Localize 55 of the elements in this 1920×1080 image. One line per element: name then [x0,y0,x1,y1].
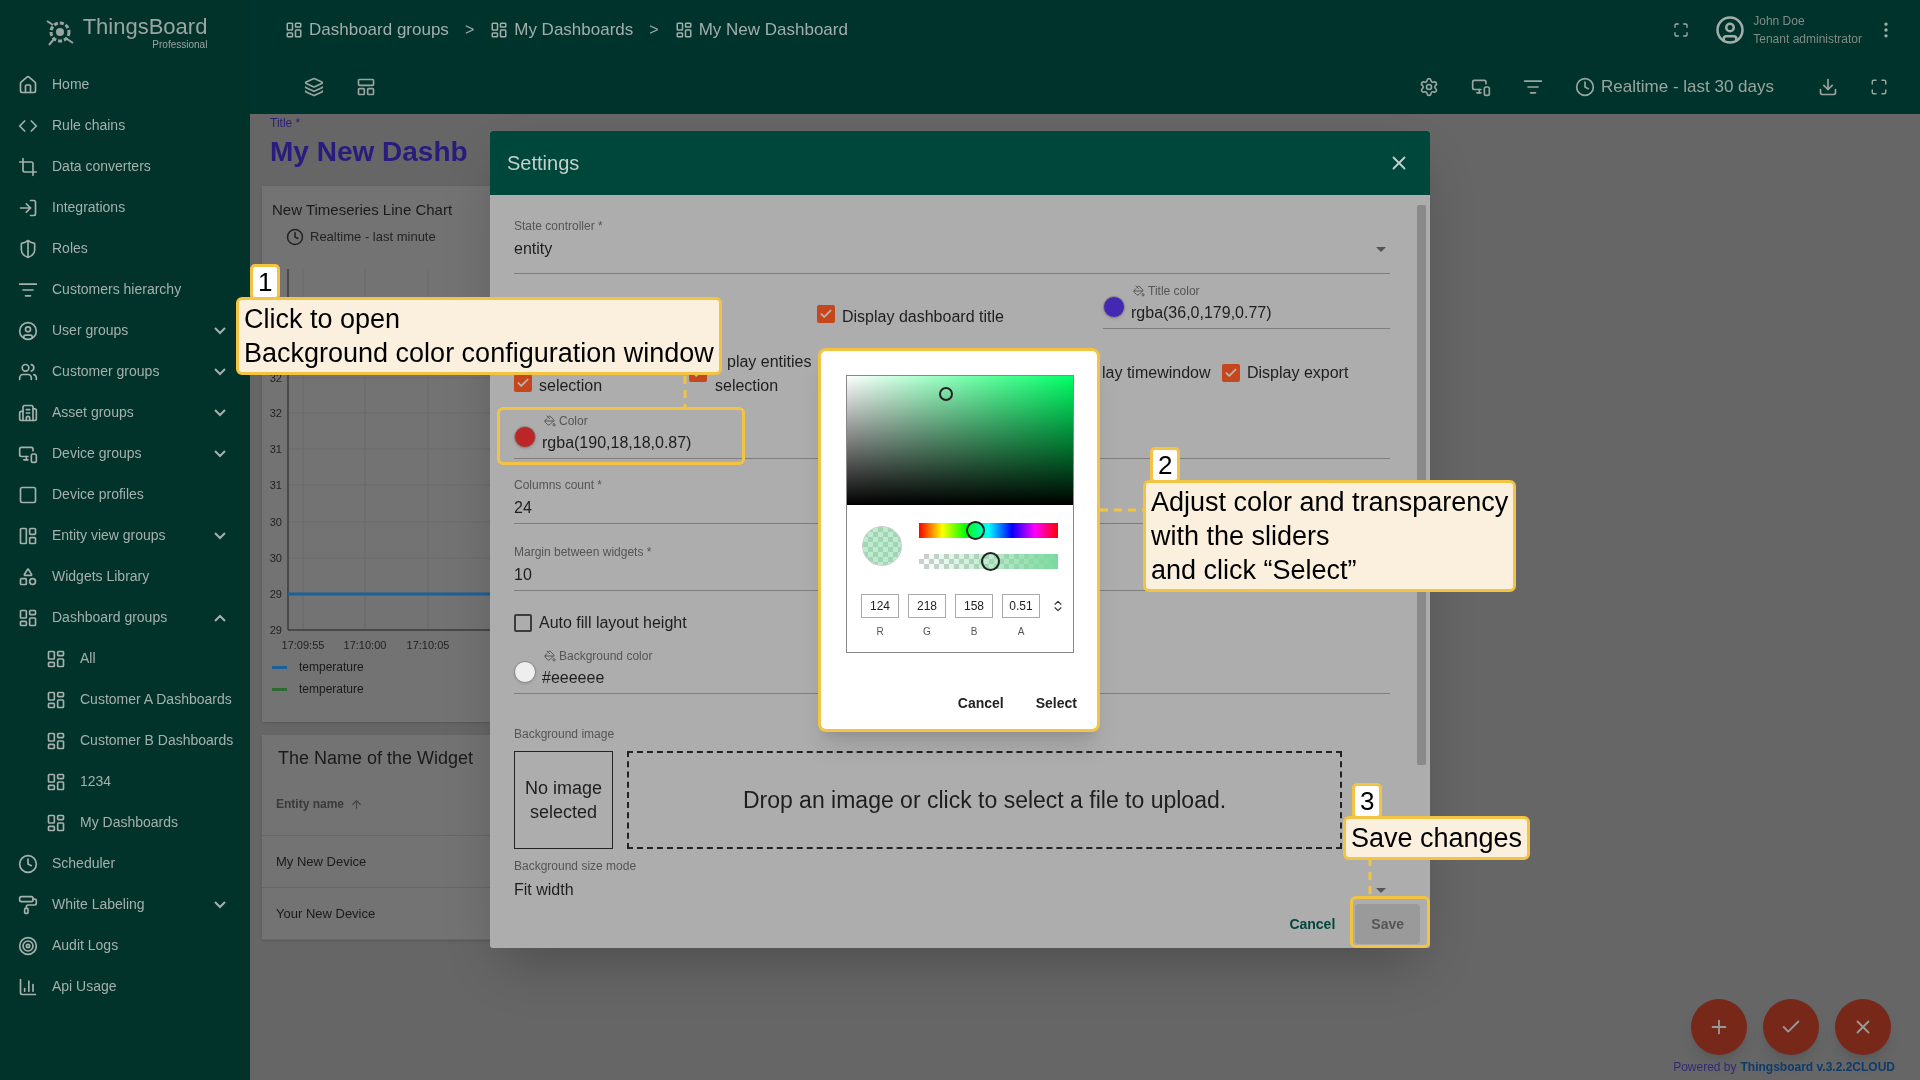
field-label: State controller * [514,219,603,233]
callout-text: Background color configuration window [244,337,714,370]
channel-label: A [1016,626,1026,638]
channel-label: G [922,626,932,638]
widget-title: The Name of the Widget [278,747,474,769]
axis-label: 31 [269,479,282,491]
checkbox-label: play entities [726,352,812,372]
step-number-tooltip: 1 [250,264,281,300]
channel-label: B [969,626,979,638]
field-label: Columns count * [514,478,603,492]
preview-text: No image selected [523,777,603,824]
field-label: Background color [559,649,653,663]
field-label: Color [559,414,588,428]
legend-label: temperature [299,659,364,676]
legend-label: temperature [299,681,364,698]
widget-title: New Timeseries Line Chart [272,200,453,220]
callout-text: Save changes [1351,822,1523,855]
field-label: Background size mode [514,859,637,873]
callout-text: Adjust color and transparency [1151,486,1509,519]
axis-label: 31 [269,443,282,455]
checkbox-label: Auto fill layout height [539,613,687,633]
axis-label: 30 [269,516,282,528]
axis-label: 17:09:55 [281,639,325,651]
section-label: Background image [514,727,615,741]
dialog-title: Settings [507,151,581,176]
title-label: Title * [270,116,302,130]
checkbox-label: Display export [1247,363,1349,383]
axis-label: 17:10:05 [406,639,450,651]
breadcrumb-separator: > [649,20,659,40]
field-label: Title color [1148,284,1200,298]
axis-label: 32 [269,407,282,419]
breadcrumb-separator: > [464,20,475,40]
checkbox-label: selection [539,376,603,396]
checkbox-label: lay timewindow [1102,364,1211,381]
step-number-tooltip: 2 [1150,447,1181,483]
axis-label: 17:10:00 [343,639,387,651]
callout-text: Click to open [244,303,402,336]
channel-label: R [875,626,885,638]
axis-label: 30 [269,552,282,564]
powered-by-text: Powered by [1673,1059,1737,1076]
axis-label: 29 [269,588,282,600]
checkbox-label: selection [715,376,780,396]
callout-text: with the sliders [1151,520,1331,553]
field-label: Margin between widgets * [514,545,652,559]
callout-text: and click “Select” [1151,554,1358,587]
timewindow-label: Realtime - last minute [310,228,436,246]
user-name: John Doe [1753,13,1806,30]
user-role: Tenant administrator [1753,31,1862,48]
axis-label: 29 [269,624,282,636]
table-cell-text: Your New Device [276,904,376,923]
logo-edition: Professional [152,38,208,50]
logo-text: ThingsBoard [82,14,208,39]
step-number-tooltip: 3 [1352,783,1383,819]
checkbox-label: Display dashboard title [842,307,1004,327]
table-cell-text: My New Device [276,852,367,871]
